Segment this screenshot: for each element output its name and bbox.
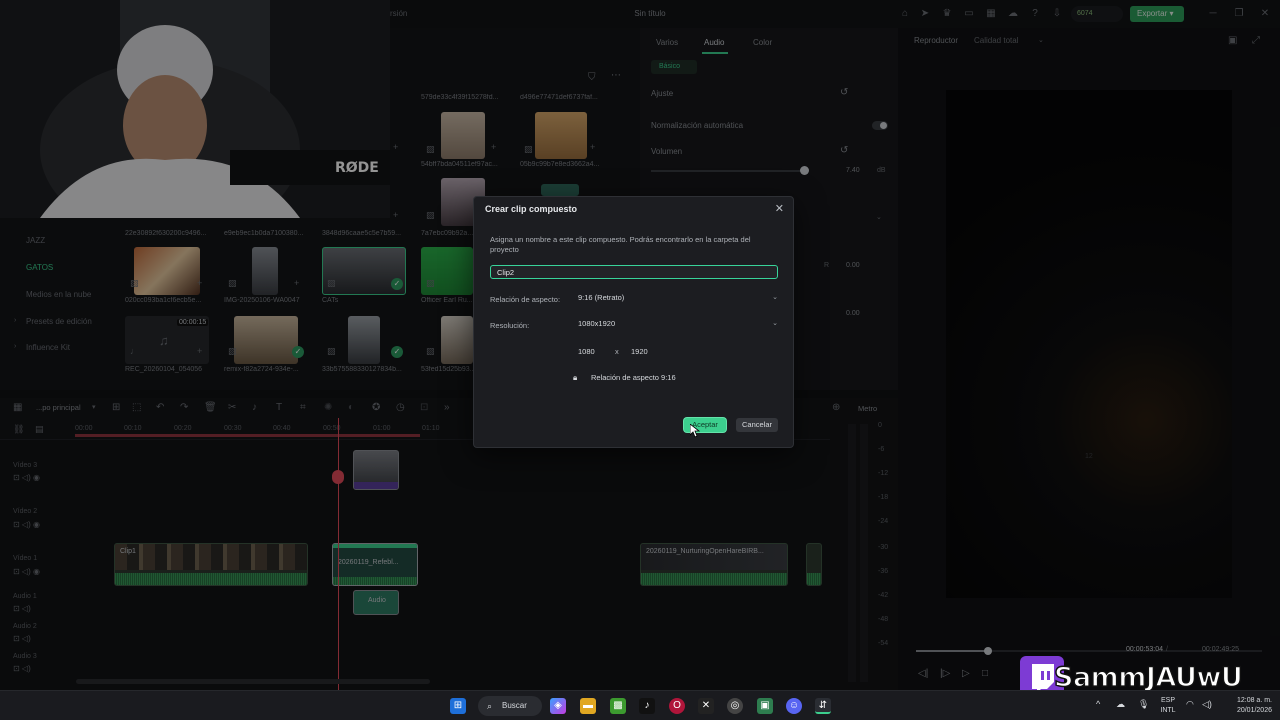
- capcut-icon[interactable]: ✕: [698, 698, 714, 714]
- resolution-select[interactable]: 1080x1920 ⌄: [578, 317, 780, 331]
- opera-icon[interactable]: O: [669, 698, 685, 714]
- channel-name: SammJAUwU: [1053, 661, 1243, 694]
- discord-icon[interactable]: ☺: [786, 698, 802, 714]
- app-window: rsión Sin título ⌂ ➤ ♛ ▭ ▦ ☁ ? ⇩ 6074 Ex…: [0, 0, 1280, 720]
- clock-time: 12:08 a. m.: [1236, 697, 1272, 704]
- chrome-icon[interactable]: ◎: [727, 698, 743, 714]
- create-compound-clip-dialog: Crear clip compuesto ✕ Asigna un nombre …: [473, 196, 794, 448]
- search-label: Buscar: [502, 701, 527, 710]
- language-indicator[interactable]: ESP INTL: [1158, 696, 1178, 716]
- system-clock[interactable]: 12:08 a. m. 20/01/2026: [1222, 696, 1272, 716]
- onedrive-icon[interactable]: ☁: [1116, 699, 1125, 710]
- resolution-value: 1080x1920: [578, 319, 616, 328]
- mouse-cursor: [690, 424, 700, 438]
- height-input[interactable]: 1920: [631, 345, 667, 359]
- tray-chevron-icon[interactable]: ^: [1096, 699, 1100, 709]
- filmora-icon[interactable]: ⇵: [815, 698, 831, 714]
- aspect-ratio-value: 9:16 (Retrato): [578, 293, 625, 302]
- lang-bottom: INTL: [1160, 707, 1176, 714]
- resolution-label: Resolución:: [490, 321, 530, 330]
- chevron-down-icon: ⌄: [772, 294, 778, 301]
- taskbar: ⊞ ⌕ Buscar ◈ ▬ ▩ ♪ O ✕ ◎ ▣ ☺ ⇵ ^ ☁ 🎙︎ ES…: [0, 690, 1280, 720]
- width-input[interactable]: 1080: [578, 345, 614, 359]
- dialog-description: Asigna un nombre a este clip compuesto. …: [490, 235, 751, 254]
- close-icon[interactable]: ✕: [775, 202, 784, 215]
- microphone-icon[interactable]: 🎙︎: [1138, 699, 1149, 710]
- aspect-ratio-label: Relación de aspecto:: [490, 295, 561, 304]
- cancel-label: Cancelar: [741, 420, 772, 429]
- lang-top: ESP: [1160, 697, 1175, 704]
- clip-name-input[interactable]: [490, 265, 778, 279]
- taskbar-search[interactable]: ⌕ Buscar: [478, 696, 542, 716]
- file-explorer-icon[interactable]: ▬: [580, 698, 596, 714]
- aspect-ratio-select[interactable]: 9:16 (Retrato) ⌄: [578, 291, 780, 305]
- app-icon[interactable]: ▣: [757, 698, 773, 714]
- search-icon: ⌕: [487, 701, 493, 711]
- dimension-separator: x: [615, 347, 619, 356]
- chevron-down-icon: ⌄: [772, 320, 778, 327]
- lock-icon[interactable]: 🔒︎: [573, 373, 577, 383]
- clock-date: 20/01/2026: [1236, 707, 1272, 714]
- lock-aspect-label: Relación de aspecto 9:16: [591, 373, 676, 382]
- cancel-button[interactable]: Cancelar: [736, 418, 778, 432]
- copilot-icon[interactable]: ◈: [550, 698, 566, 714]
- wifi-icon[interactable]: ◠: [1186, 699, 1194, 710]
- tiktok-icon[interactable]: ♪: [639, 698, 655, 714]
- windows-start-icon[interactable]: ⊞: [450, 698, 466, 714]
- dialog-title: Crear clip compuesto: [485, 204, 578, 214]
- minecraft-icon[interactable]: ▩: [610, 698, 626, 714]
- volume-icon[interactable]: ◁): [1202, 699, 1212, 710]
